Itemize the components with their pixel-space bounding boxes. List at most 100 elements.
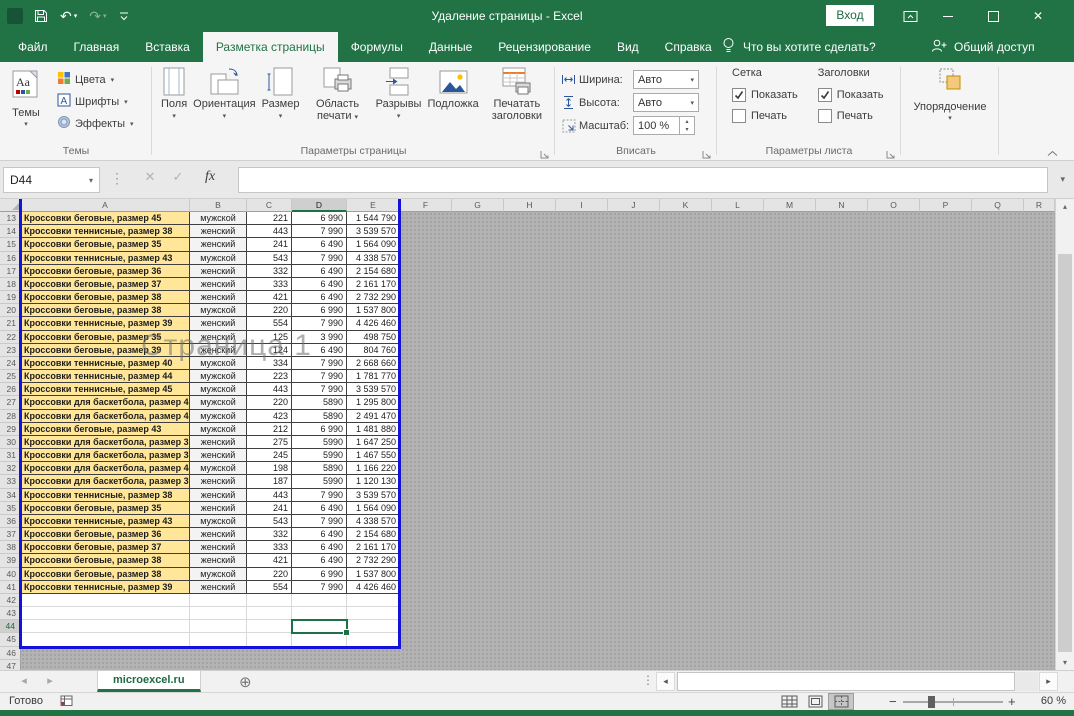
ribbon-tab[interactable]: Формулы [338,32,416,62]
share-button[interactable]: Общий доступ [931,32,1035,62]
sign-in-button[interactable]: Вход [826,5,874,26]
ribbon-tab[interactable]: Вставка [132,32,203,62]
page-setup-button[interactable]: Печатать заголовки [482,65,552,122]
ribbon-tab[interactable]: Разметка страницы [203,32,338,62]
cell-gender[interactable]: мужской [190,304,247,317]
fit-spinner[interactable]: 100 % [633,116,680,135]
cell-total[interactable]: 1 166 220 [347,462,400,475]
cell-name[interactable]: Кроссовки теннисные, размер 39 [21,581,190,594]
view-page-layout-icon[interactable] [802,693,828,710]
cell-gender[interactable]: женский [190,265,247,278]
spinner-buttons[interactable]: ▴▾ [680,116,695,135]
ribbon-tab[interactable]: Данные [416,32,485,62]
cell-gender[interactable]: мужской [190,383,247,396]
column-header-m[interactable]: M [764,199,816,212]
column-header-q[interactable]: Q [972,199,1024,212]
empty-cell[interactable] [190,620,247,633]
horizontal-scrollbar[interactable]: ◂ ▸ [656,672,1058,691]
cell-name[interactable]: Кроссовки теннисные, размер 43 [21,515,190,528]
cell-name[interactable]: Кроссовки теннисные, размер 45 [21,383,190,396]
empty-cell[interactable] [292,594,347,607]
row-header-40[interactable]: 40 [0,568,21,581]
cell-total[interactable]: 4 338 570 [347,252,400,265]
zoom-slider[interactable] [903,701,1003,703]
cell-gender[interactable]: женский [190,581,247,594]
ribbon-tab[interactable]: Вид [604,32,652,62]
macro-record-icon[interactable] [60,695,73,710]
column-header-l[interactable]: L [712,199,764,212]
cell-price[interactable]: 6 490 [292,278,347,291]
cell-name[interactable]: Кроссовки беговые, размер 38 [21,568,190,581]
themes-item[interactable]: Цвета▾ [57,69,134,91]
maximize-icon[interactable] [977,0,1009,32]
cell-qty[interactable]: 443 [247,383,292,396]
scroll-down-icon[interactable]: ▾ [1056,658,1074,667]
cell-price[interactable]: 6 490 [292,528,347,541]
row-header-31[interactable]: 31 [0,449,21,462]
name-box-dropdown-icon[interactable]: ▾ [83,176,99,185]
cell-gender[interactable]: мужской [190,252,247,265]
column-header-d[interactable]: D [292,199,347,212]
cell-qty[interactable]: 543 [247,515,292,528]
cell-qty[interactable]: 212 [247,423,292,436]
cell-price[interactable]: 5990 [292,475,347,489]
cancel-icon[interactable]: ✕ [138,169,162,185]
checkbox-row[interactable]: Печать [818,105,884,126]
cell-price[interactable]: 6 490 [292,265,347,278]
cell-qty[interactable]: 241 [247,238,292,252]
cell-price[interactable]: 6 990 [292,568,347,581]
empty-cell[interactable] [21,633,190,647]
row-header-44[interactable]: 44 [0,620,21,633]
empty-cell[interactable] [190,607,247,620]
ribbon-tab[interactable]: Справка [652,32,725,62]
cell-total[interactable]: 1 564 090 [347,238,400,252]
empty-cell[interactable] [21,607,190,620]
cell-qty[interactable]: 543 [247,252,292,265]
empty-cell[interactable] [247,594,292,607]
cell-name[interactable]: Кроссовки теннисные, размер 43 [21,252,190,265]
cell-gender[interactable]: мужской [190,396,247,410]
cell-gender[interactable]: женский [190,278,247,291]
column-header-r[interactable]: R [1024,199,1055,212]
cell-qty[interactable]: 220 [247,568,292,581]
checkbox-row[interactable]: Печать [732,105,798,126]
cell-total[interactable]: 3 539 570 [347,383,400,396]
cell-qty[interactable]: 223 [247,370,292,383]
row-header-46[interactable]: 46 [0,647,21,660]
cell-price[interactable]: 6 990 [292,304,347,317]
cell-price[interactable]: 7 990 [292,252,347,265]
cell-total[interactable]: 1 537 800 [347,304,400,317]
row-header-29[interactable]: 29 [0,423,21,436]
cell-name[interactable]: Кроссовки беговые, размер 36 [21,528,190,541]
cell-gender[interactable]: женский [190,502,247,515]
cell-gender[interactable]: женский [190,449,247,462]
spinner-up-icon[interactable]: ▴ [680,117,694,126]
row-header-30[interactable]: 30 [0,436,21,449]
zoom-slider-thumb[interactable] [928,696,935,708]
column-header-f[interactable]: F [400,199,452,212]
scroll-right-icon[interactable]: ▸ [1039,672,1058,691]
cell-total[interactable]: 2 491 470 [347,410,400,423]
cell-total[interactable]: 3 539 570 [347,489,400,502]
column-header-o[interactable]: O [868,199,920,212]
cell-name[interactable]: Кроссовки для баскетбола, размер 42 [21,410,190,423]
cell-gender[interactable]: женский [190,541,247,554]
cell-qty[interactable]: 333 [247,278,292,291]
cell-qty[interactable]: 423 [247,410,292,423]
cell-gender[interactable]: женский [190,291,247,304]
cell-qty[interactable]: 275 [247,436,292,449]
row-header-20[interactable]: 20 [0,304,21,317]
cell-total[interactable]: 2 732 290 [347,291,400,304]
checkbox-unchecked[interactable] [818,109,832,123]
tell-me-search[interactable]: Что вы хотите сделать? [722,32,876,62]
empty-cell[interactable] [247,607,292,620]
active-cell[interactable] [291,619,348,634]
cell-total[interactable]: 1 481 880 [347,423,400,436]
empty-cell[interactable] [247,620,292,633]
cell-qty[interactable]: 245 [247,449,292,462]
cell-total[interactable]: 1 467 550 [347,449,400,462]
cell-total[interactable]: 1 544 790 [347,212,400,225]
column-header-k[interactable]: K [660,199,712,212]
dialog-launcher-icon[interactable] [886,146,896,156]
arrange-button[interactable]: Упорядочение ▾ [906,62,994,160]
